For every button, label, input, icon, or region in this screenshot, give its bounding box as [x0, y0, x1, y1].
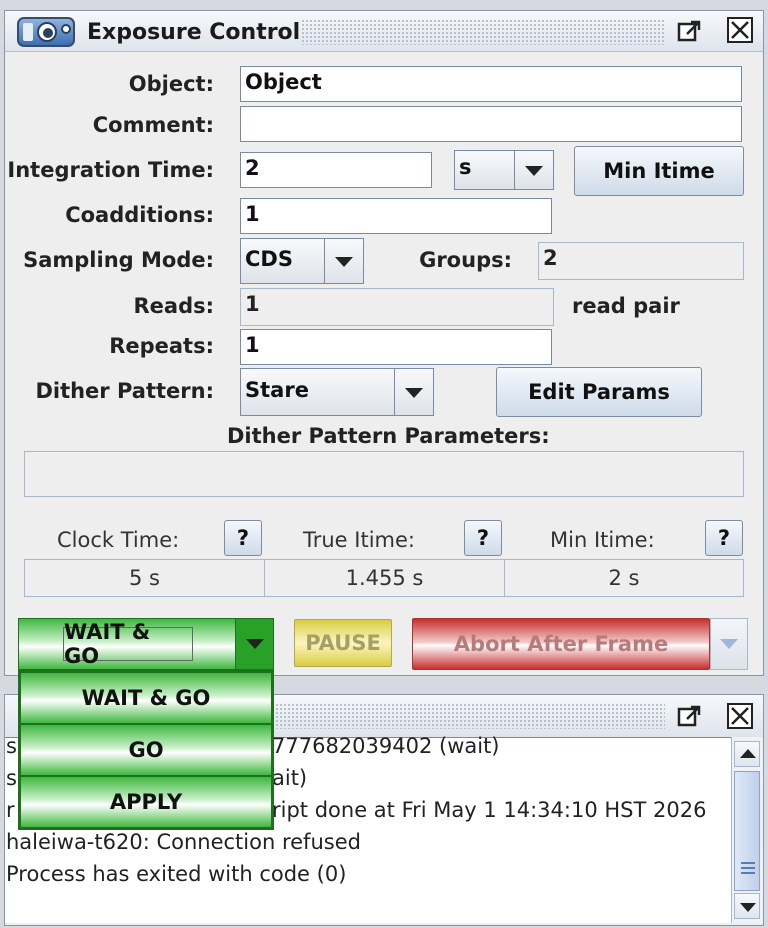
- scroll-up-icon[interactable]: [734, 741, 760, 767]
- sampling-mode-select[interactable]: CDS: [240, 238, 364, 284]
- abort-after-frame-button[interactable]: Abort After Frame: [412, 618, 710, 670]
- itime-unit-select[interactable]: s: [454, 150, 554, 190]
- min-itime-value: 2 s: [504, 559, 744, 597]
- title-grip: [301, 19, 665, 45]
- close-icon[interactable]: [727, 17, 753, 43]
- menu-item-wait-and-go[interactable]: WAIT & GO: [20, 672, 272, 724]
- itime-unit-value: s: [459, 155, 472, 179]
- reads-unit: read pair: [572, 294, 680, 318]
- log-line: r: [6, 798, 15, 822]
- menu-item-go[interactable]: GO: [20, 724, 272, 776]
- min-itime-label: Min Itime:: [550, 528, 655, 552]
- chevron-down-icon[interactable]: [514, 151, 553, 189]
- chevron-down-icon[interactable]: [394, 369, 433, 415]
- dither-params-label: Dither Pattern Parameters:: [227, 424, 550, 448]
- go-mode-value: WAIT & GO: [64, 620, 151, 668]
- log-scrollbar[interactable]: [731, 737, 763, 923]
- clock-time-value: 5 s: [24, 559, 265, 597]
- menu-item-apply[interactable]: APPLY: [20, 776, 272, 828]
- log-line-partial: ript done at Fri May 1 14:34:10 HST 2026: [272, 798, 707, 822]
- dither-params-field: [24, 451, 744, 497]
- log-line: s: [6, 766, 17, 790]
- min-itime-button[interactable]: Min Itime: [574, 146, 744, 196]
- clock-time-help-button[interactable]: ?: [224, 520, 262, 556]
- coadditions-input[interactable]: 1: [240, 198, 552, 234]
- comment-label: Comment:: [92, 113, 214, 137]
- true-itime-value: 1.455 s: [264, 559, 505, 597]
- true-itime-label: True Itime:: [303, 528, 415, 552]
- dither-pattern-select[interactable]: Stare: [240, 368, 434, 416]
- abort-dropdown[interactable]: [710, 618, 748, 670]
- window-title: Exposure Control: [87, 20, 301, 45]
- chevron-down-icon[interactable]: [324, 239, 363, 283]
- integration-time-input[interactable]: 2: [240, 152, 432, 188]
- repeats-input[interactable]: 1: [240, 329, 552, 365]
- log-line: Process has exited with code (0): [6, 862, 347, 886]
- comment-input[interactable]: [240, 106, 742, 142]
- object-label: Object:: [128, 72, 214, 96]
- object-input[interactable]: Object: [240, 66, 742, 102]
- log-line: s: [6, 734, 17, 758]
- true-itime-help-button[interactable]: ?: [464, 520, 502, 556]
- log-line: haleiwa-t620: Connection refused: [6, 830, 361, 854]
- log-line-partial: 777682039402 (wait): [272, 734, 500, 758]
- integration-time-label: Integration Time:: [7, 158, 214, 182]
- scroll-down-icon[interactable]: [734, 893, 760, 919]
- groups-field: 2: [538, 242, 744, 280]
- close-icon[interactable]: [727, 703, 753, 729]
- repeats-label: Repeats:: [109, 334, 214, 358]
- clock-time-label: Clock Time:: [57, 528, 180, 552]
- chevron-down-icon[interactable]: [235, 619, 273, 669]
- scroll-thumb[interactable]: [734, 771, 760, 891]
- chevron-down-icon: [720, 639, 738, 649]
- sampling-mode-label: Sampling Mode:: [23, 248, 214, 272]
- undock-icon[interactable]: [677, 703, 703, 729]
- camera-icon: [17, 17, 75, 47]
- log-line-partial: ait): [272, 766, 308, 790]
- dither-pattern-label: Dither Pattern:: [35, 379, 214, 403]
- dither-pattern-value: Stare: [245, 378, 309, 402]
- go-mode-select[interactable]: WAIT & GO: [18, 618, 274, 670]
- title-grip: [275, 703, 665, 729]
- groups-label: Groups:: [419, 248, 512, 272]
- min-itime-help-button[interactable]: ?: [705, 520, 743, 556]
- go-mode-value-box: WAIT & GO: [63, 620, 193, 668]
- sampling-mode-value: CDS: [245, 247, 293, 271]
- coadditions-label: Coadditions:: [65, 203, 214, 227]
- reads-field: 1: [240, 288, 554, 326]
- edit-params-button[interactable]: Edit Params: [496, 367, 702, 417]
- undock-icon[interactable]: [677, 18, 703, 44]
- pause-button[interactable]: PAUSE: [294, 619, 392, 667]
- reads-label: Reads:: [133, 294, 214, 318]
- title-bar[interactable]: Exposure Control: [5, 11, 763, 52]
